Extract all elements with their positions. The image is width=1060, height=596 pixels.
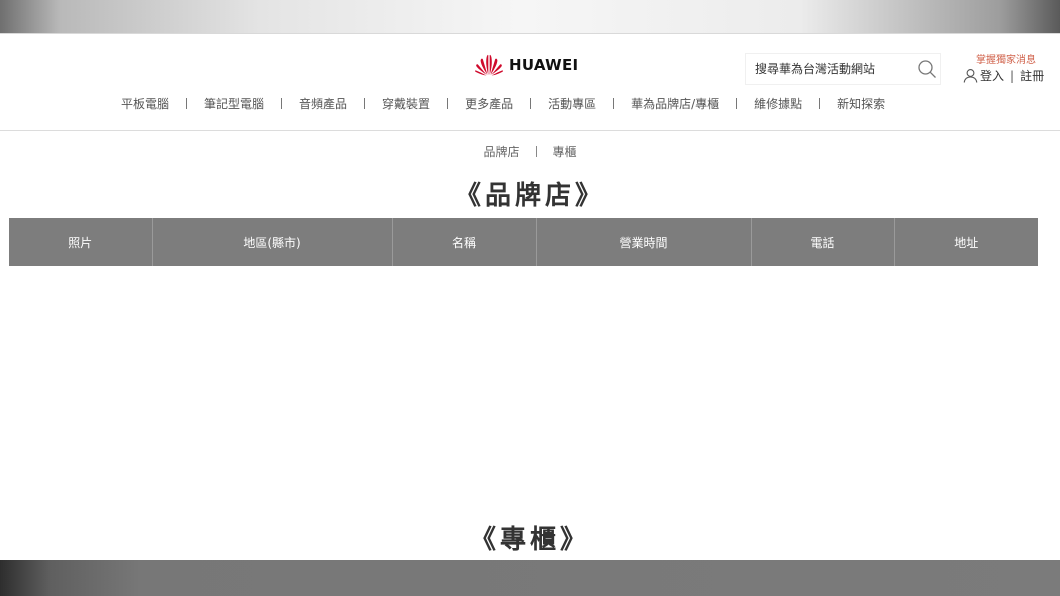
nav-divider bbox=[819, 98, 821, 109]
nav-divider bbox=[281, 98, 283, 109]
nav-item-more-products[interactable]: 更多產品 bbox=[465, 95, 513, 112]
logo-text: HUAWEI bbox=[509, 56, 579, 74]
column-header-address: 地址 bbox=[894, 218, 1038, 266]
search-input[interactable] bbox=[746, 54, 912, 84]
huawei-flower-icon bbox=[475, 54, 503, 76]
nav-item-audio[interactable]: 音頻產品 bbox=[299, 95, 347, 112]
sub-nav-counter[interactable]: 專櫃 bbox=[553, 143, 577, 160]
exclusive-news-link[interactable]: 掌握獨家消息 bbox=[976, 51, 1036, 66]
column-header-photo: 照片 bbox=[9, 218, 153, 266]
sub-nav-brand-store[interactable]: 品牌店 bbox=[483, 143, 519, 160]
nav-item-promotions[interactable]: 活動專區 bbox=[548, 95, 596, 112]
huawei-logo[interactable]: HUAWEI bbox=[474, 53, 578, 77]
nav-divider bbox=[364, 98, 366, 109]
nav-item-wearables[interactable]: 穿戴裝置 bbox=[382, 95, 430, 112]
nav-divider bbox=[736, 98, 738, 109]
brand-store-table: 照片 地區(縣市) 名稱 營業時間 電話 地址 bbox=[9, 218, 1038, 266]
login-link[interactable]: 登入 bbox=[980, 67, 1004, 84]
store-type-nav: 品牌店 專櫃 bbox=[0, 143, 1060, 160]
counter-title: 《專櫃》 bbox=[469, 525, 590, 555]
search-box bbox=[745, 53, 941, 85]
main-nav: 平板電腦 筆記型電腦 音頻產品 穿戴裝置 更多產品 活動專區 華為品牌店/專櫃 … bbox=[121, 95, 885, 112]
footer-band bbox=[0, 560, 1060, 596]
user-links-divider: | bbox=[1010, 68, 1015, 83]
column-header-region: 地區(縣市) bbox=[152, 218, 393, 266]
nav-item-laptops[interactable]: 筆記型電腦 bbox=[204, 95, 264, 112]
sub-nav-divider bbox=[535, 146, 537, 157]
nav-item-news[interactable]: 新知探索 bbox=[837, 95, 885, 112]
nav-item-brand-stores[interactable]: 華為品牌店/專櫃 bbox=[631, 95, 719, 112]
nav-item-service-centers[interactable]: 維修據點 bbox=[754, 95, 802, 112]
nav-item-tablets[interactable]: 平板電腦 bbox=[121, 95, 169, 112]
brand-store-title: 《品牌店》 bbox=[454, 181, 605, 211]
nav-divider bbox=[447, 98, 449, 109]
site-header: HUAWEI 掌握獨家消息 登入 | 註冊 平板電腦 筆記型電腦 音頻產品 穿戴… bbox=[0, 35, 1060, 131]
user-links: 登入 | 註冊 bbox=[963, 67, 1044, 84]
column-header-name: 名稱 bbox=[392, 218, 537, 266]
nav-divider bbox=[613, 98, 615, 109]
top-band bbox=[0, 0, 1060, 34]
register-link[interactable]: 註冊 bbox=[1020, 67, 1044, 84]
search-icon[interactable] bbox=[917, 59, 937, 79]
column-header-phone: 電話 bbox=[751, 218, 895, 266]
nav-divider bbox=[530, 98, 532, 109]
column-header-hours: 營業時間 bbox=[536, 218, 752, 266]
table-header-row: 照片 地區(縣市) 名稱 營業時間 電話 地址 bbox=[9, 218, 1038, 266]
nav-divider bbox=[186, 98, 188, 109]
user-icon bbox=[963, 69, 978, 83]
